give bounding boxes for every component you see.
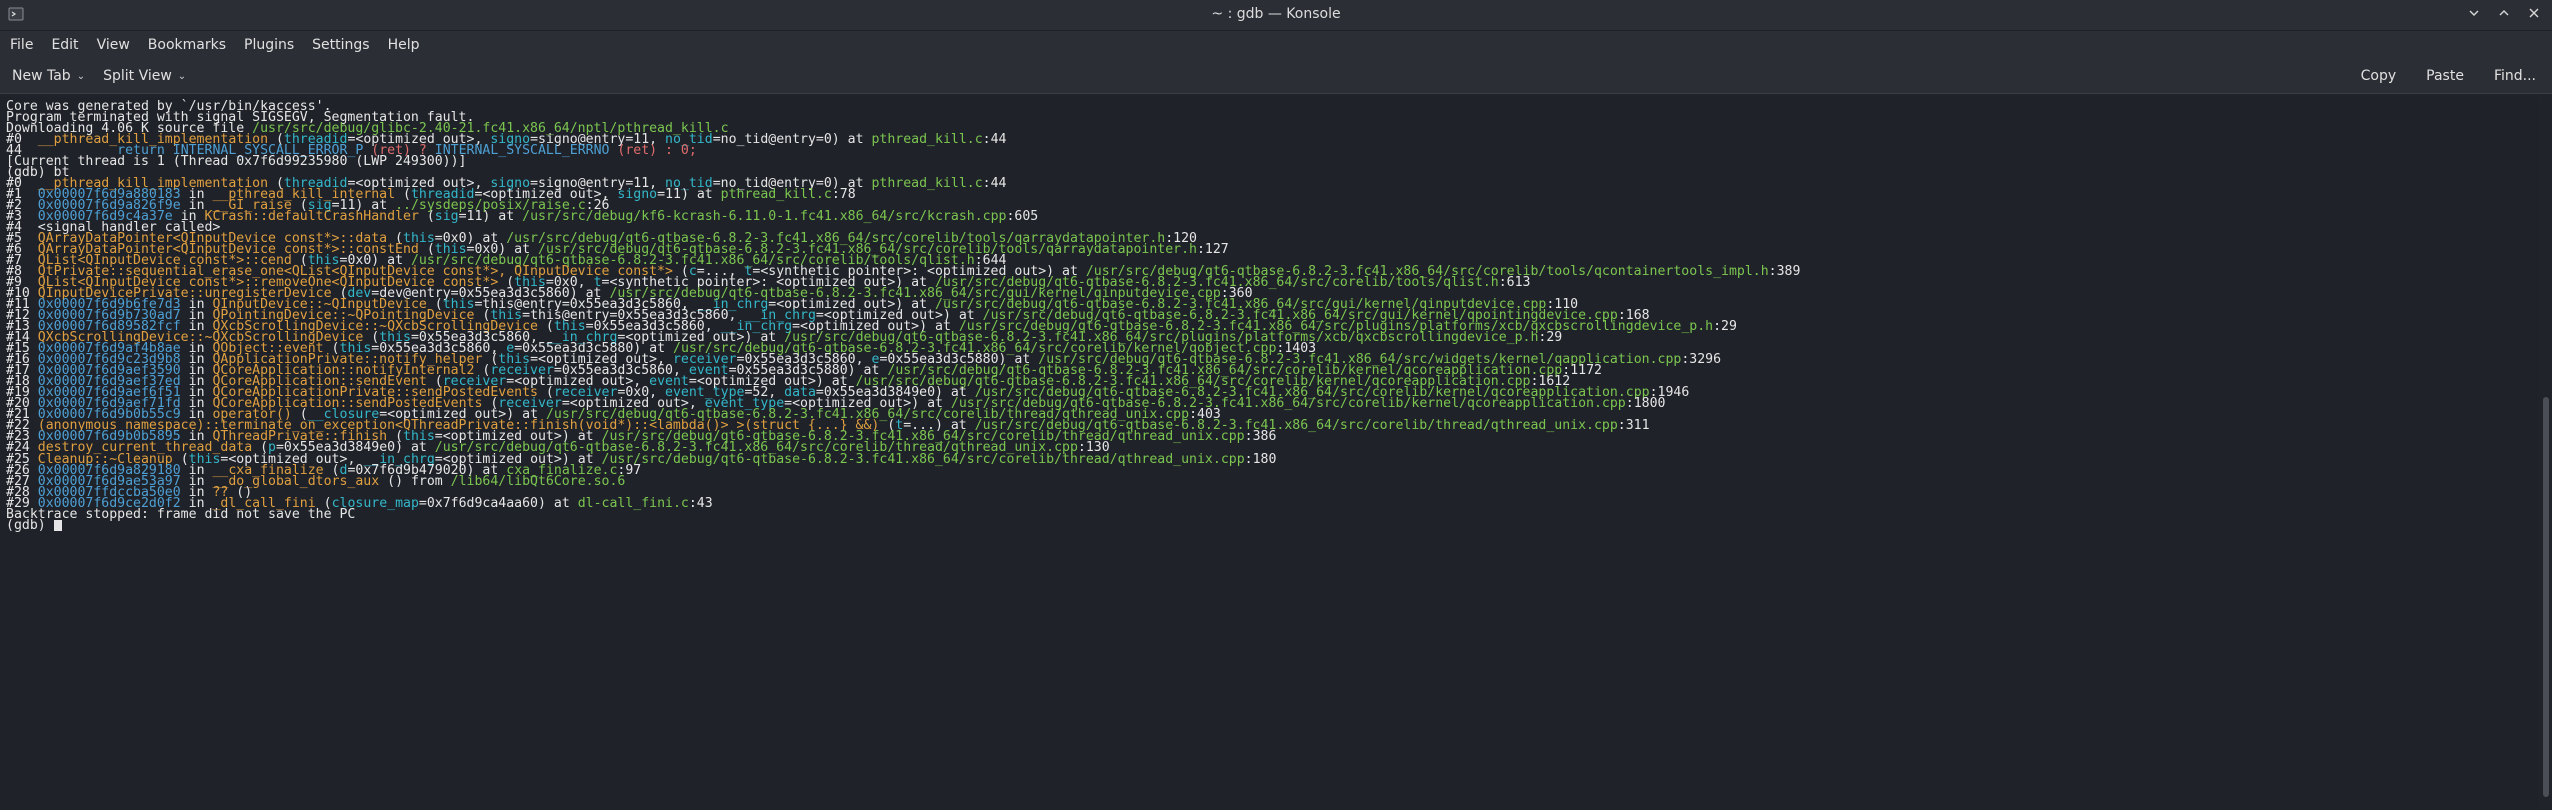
terminal-text: /usr/src/debug/qt6-qtbase-6.8.2-3.fc41.x… — [601, 451, 1245, 467]
close-icon — [2529, 8, 2539, 18]
terminal-text: =11) at — [458, 209, 523, 225]
terminal-text: /lib64/libQt6Core.so.6 — [450, 473, 626, 489]
terminal-text: :43 — [688, 495, 713, 511]
close-button[interactable] — [2526, 5, 2542, 21]
terminal-text: :311 — [1617, 418, 1650, 434]
terminal-text: sig — [434, 209, 459, 225]
split-view-label: Split View — [103, 68, 172, 84]
terminal-text: :29 — [1538, 330, 1563, 346]
terminal-text: :44 — [982, 132, 1007, 148]
menu-bar: File Edit View Bookmarks Plugins Setting… — [0, 31, 2552, 59]
terminal-text: :180 — [1244, 451, 1277, 467]
new-tab-button[interactable]: New Tab ⌄ — [12, 68, 85, 84]
terminal-text: :613 — [1498, 275, 1531, 291]
terminal-text: pthread_kill.c — [871, 176, 983, 192]
menu-edit[interactable]: Edit — [51, 37, 78, 53]
menu-view[interactable]: View — [97, 37, 130, 53]
terminal-text: signo — [617, 187, 658, 203]
terminal-text: /usr/src/debug/kf6-kcrash-6.11.0-1.fc41.… — [522, 209, 1007, 225]
terminal-line: #3 0x00007f6d9c4a37e in KCrash::defaultC… — [6, 209, 2546, 225]
terminal-text: dl-call_fini.c — [577, 495, 689, 511]
terminal-text: :605 — [1006, 209, 1039, 225]
terminal-text: :29 — [1713, 319, 1737, 335]
terminal-line: #29 0x00007f6d9ce2d0f2 in _dl_call_fini … — [6, 495, 2546, 511]
menu-bookmarks[interactable]: Bookmarks — [148, 37, 226, 53]
minimize-button[interactable] — [2466, 5, 2482, 21]
find-button[interactable]: Find... — [2494, 68, 2536, 84]
terminal-text: () from — [379, 473, 451, 489]
terminal-text: [Current thread is 1 (Thread 0x7f6d99235… — [6, 154, 467, 170]
terminal-text: : 0; — [657, 143, 697, 159]
chevron-down-icon: ⌄ — [76, 70, 86, 82]
terminal-text: =0x7f6d9ca4aa60) at — [418, 495, 578, 511]
chevron-down-icon: ⌄ — [177, 70, 187, 82]
terminal-text: ( — [418, 209, 435, 225]
window-title: ~ : gdb — Konsole — [1211, 6, 1341, 22]
terminal-output[interactable]: Core was generated by `/usr/bin/kaccess'… — [0, 97, 2552, 810]
terminal-text: pthread_kill.c — [871, 132, 983, 148]
menu-settings[interactable]: Settings — [312, 37, 369, 53]
copy-button[interactable]: Copy — [2361, 68, 2397, 84]
chevron-up-icon — [2499, 10, 2509, 16]
terminal-cursor — [53, 519, 62, 531]
maximize-button[interactable] — [2496, 5, 2512, 21]
terminal-line: [Current thread is 1 (Thread 0x7f6d99235… — [6, 154, 2546, 170]
terminal-text: :386 — [1244, 429, 1277, 445]
terminal-text: (ret) — [617, 143, 658, 159]
menu-plugins[interactable]: Plugins — [244, 37, 294, 53]
terminal-text: =no_tid@entry=0) at — [712, 132, 872, 148]
terminal-text: :1800 — [1625, 396, 1666, 412]
menu-file[interactable]: File — [10, 37, 33, 53]
terminal-text: KCrash::defaultCrashHandler — [204, 209, 419, 225]
terminal-scrollbar[interactable] — [2538, 97, 2552, 810]
terminal-text: :44 — [982, 176, 1007, 192]
menu-help[interactable]: Help — [388, 37, 420, 53]
terminal-text: :389 — [1768, 264, 1801, 280]
terminal-line: #27 0x00007f6d9ae53a97 in __do_global_dt… — [6, 473, 2546, 489]
terminal-text: (gdb) — [6, 517, 54, 533]
toolbar: New Tab ⌄ Split View ⌄ Copy Paste Find..… — [0, 59, 2552, 94]
terminal-line: (gdb) — [6, 517, 2546, 533]
terminal-text: =11) at — [657, 187, 721, 203]
new-tab-label: New Tab — [12, 68, 71, 84]
paste-button[interactable]: Paste — [2426, 68, 2464, 84]
terminal-text: pthread_kill.c — [720, 187, 832, 203]
terminal-text: :3296 — [1681, 352, 1722, 368]
chevron-down-icon — [2469, 10, 2479, 16]
title-bar: ~ : gdb — Konsole — [0, 0, 2552, 31]
split-view-button[interactable]: Split View ⌄ — [103, 68, 186, 84]
scrollbar-thumb[interactable] — [2543, 397, 2549, 797]
terminal-text: :78 — [831, 187, 856, 203]
terminal-text: :127 — [1196, 242, 1229, 258]
